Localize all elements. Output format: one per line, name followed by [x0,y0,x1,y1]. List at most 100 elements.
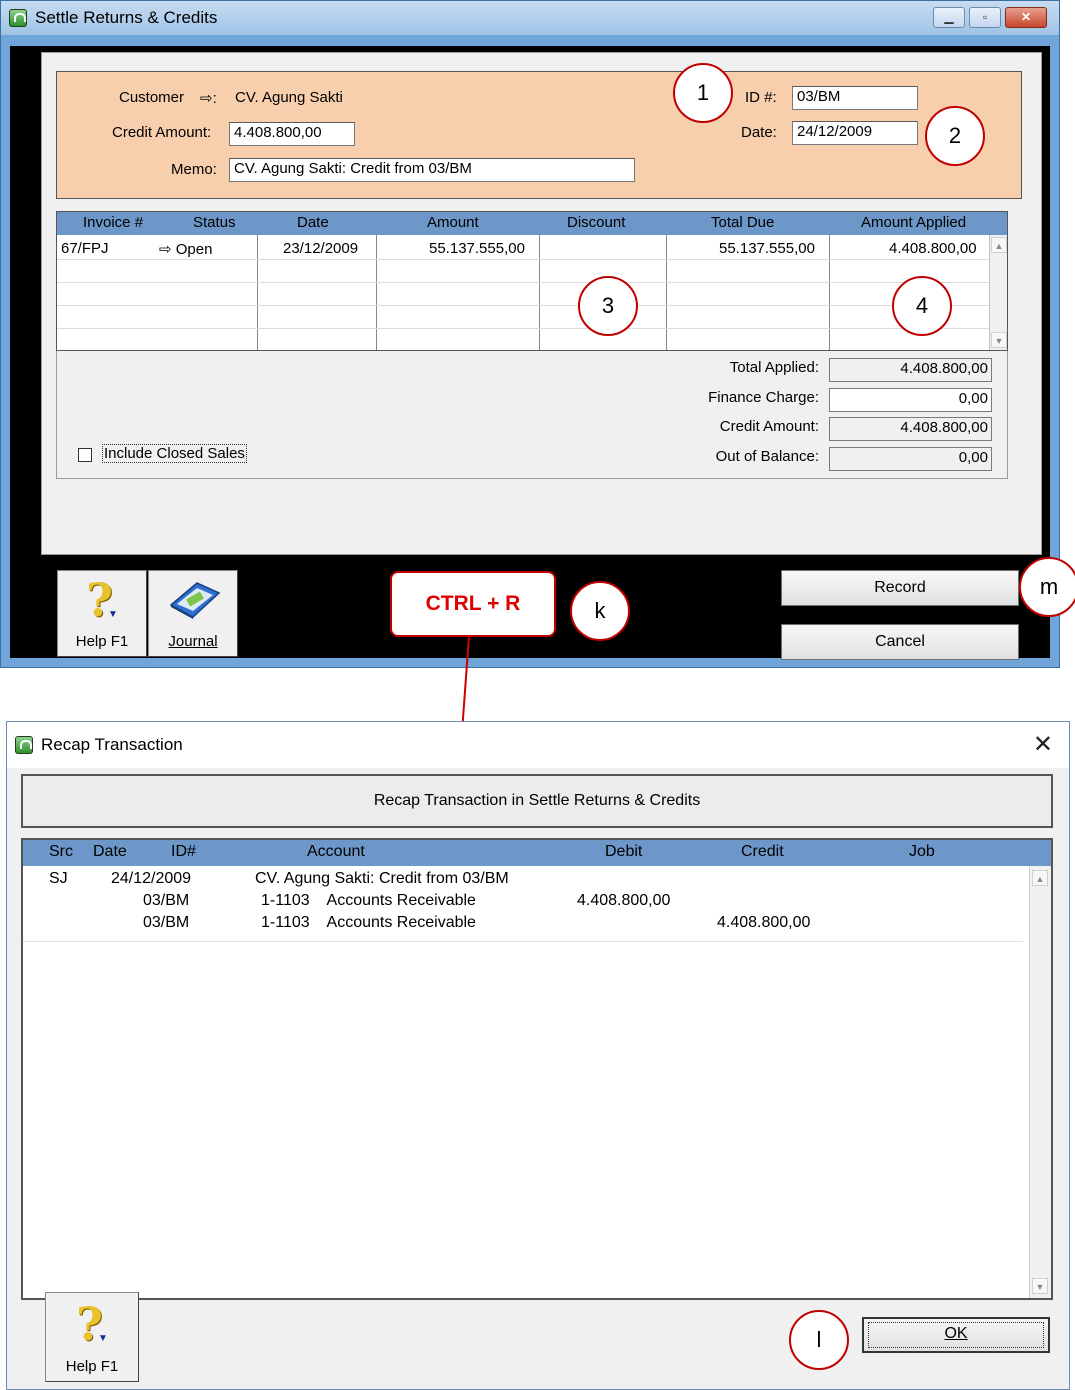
include-closed-label[interactable]: Include Closed Sales [102,444,247,463]
out-of-balance-field: 0,00 [829,447,992,471]
id-label: ID #: [745,89,777,106]
out-of-balance-label: Out of Balance: [715,448,819,465]
settle-titlebar: Settle Returns & Credits ▁ ▫ ✕ [1,1,1059,35]
annotation-m: m [1019,557,1075,617]
col-credit: Credit [741,843,784,860]
journal-label: Journal [168,633,218,650]
col-src: Src [49,843,73,860]
annotation-k: k [570,581,630,641]
row-invoice: 67/FPJ [61,240,109,257]
row-debit: 4.408.800,00 [577,892,671,909]
app-icon [9,9,27,27]
grid-header: Invoice # Status Date Amount Discount To… [57,212,1007,235]
grid-col-line [539,235,540,350]
row-amount: 55.137.555,00 [429,240,525,257]
col-amount[interactable]: Amount [427,214,479,231]
customer-name: CV. Agung Sakti [235,89,343,106]
shortcut-callout: CTRL + R [390,571,556,637]
memo-label: Memo: [171,161,217,178]
ok-button[interactable]: OK [862,1317,1050,1353]
settle-returns-window: Settle Returns & Credits ▁ ▫ ✕ Customer … [0,0,1060,668]
row-status[interactable]: ⇨ Open [159,240,212,258]
scroll-up-icon[interactable]: ▲ [1032,870,1048,886]
scroll-up-icon[interactable]: ▲ [991,237,1007,253]
row-date: 23/12/2009 [283,240,359,257]
row-account: 1-1103 Accounts Receivable [261,892,476,909]
memo-field[interactable]: CV. Agung Sakti: Credit from 03/BM [229,158,635,182]
credit-amount-total-label: Credit Amount: [719,418,819,435]
header-area: Customer ⇨: CV. Agung Sakti Credit Amoun… [56,71,1022,199]
recap-window-title: Recap Transaction [41,735,183,754]
row-date: 24/12/2009 [111,870,192,887]
row-separator [23,941,1023,942]
customer-arrow-icon[interactable]: ⇨: [200,89,217,107]
col-invoice[interactable]: Invoice # [83,214,143,231]
help-button[interactable]: ? ▼ Help F1 [57,570,147,657]
help-dropdown-icon: ▼ [108,609,118,620]
grid-col-line [666,235,667,350]
row-account: 1-1103 Accounts Receivable [261,914,476,931]
scroll-down-icon[interactable]: ▼ [991,332,1007,348]
col-status[interactable]: Status [193,214,236,231]
credit-amount-total-field: 4.408.800,00 [829,417,992,441]
settle-body: Customer ⇨: CV. Agung Sakti Credit Amoun… [10,46,1050,660]
grid-row-line [57,282,990,283]
close-icon[interactable]: ✕ [1033,730,1053,758]
col-discount[interactable]: Discount [567,214,625,231]
scroll-down-icon[interactable]: ▼ [1032,1278,1048,1294]
finance-charge-field[interactable]: 0,00 [829,388,992,412]
help-label: Help F1 [75,633,129,650]
totals-area: Total Applied: 4.408.800,00 Finance Char… [56,351,1008,479]
cancel-button[interactable]: Cancel [781,624,1019,660]
annotation-4: 4 [892,276,952,336]
annotation-2: 2 [925,106,985,166]
col-debit: Debit [605,843,643,860]
recap-titlebar: Recap Transaction ✕ [7,722,1069,768]
credit-amount-field[interactable]: 4.408.800,00 [229,122,355,146]
grid-row-line [57,259,990,260]
date-field[interactable]: 24/12/2009 [792,121,918,145]
grid-col-line [829,235,830,350]
recap-transaction-window: Recap Transaction ✕ Recap Transaction in… [6,721,1070,1390]
grid-scrollbar[interactable]: ▲ ▼ [989,235,1007,350]
help-dropdown-icon: ▼ [98,1333,108,1344]
window-controls: ▁ ▫ ✕ [933,7,1047,28]
customer-label: Customer [119,89,185,106]
row-amount-applied[interactable]: 4.408.800,00 [889,240,977,257]
maximize-icon[interactable]: ▫ [969,7,1001,28]
col-id: ID# [171,843,196,860]
journal-button[interactable]: Journal [148,570,238,657]
grid-col-line [257,235,258,350]
col-total-due[interactable]: Total Due [711,214,774,231]
record-button[interactable]: Record [781,570,1019,606]
credit-amount-label: Credit Amount: [112,124,212,141]
close-icon[interactable]: ✕ [1005,7,1047,28]
col-amount-applied[interactable]: Amount Applied [861,214,966,231]
ok-label: OK [944,1325,968,1342]
row-total-due: 55.137.555,00 [719,240,815,257]
window-title: Settle Returns & Credits [35,8,218,27]
recap-help-button[interactable]: ? ▼ Help F1 [45,1292,139,1382]
journal-book-icon [169,582,221,619]
finance-charge-label: Finance Charge: [708,389,819,406]
row-src: SJ [49,870,68,887]
minimize-icon[interactable]: ▁ [933,7,965,28]
help-label: Help F1 [65,1358,119,1375]
col-date: Date [93,843,127,860]
row-id: 03/BM [143,914,190,931]
grid-row-line [57,305,990,306]
recap-scrollbar[interactable]: ▲ ▼ [1029,866,1051,1298]
col-date[interactable]: Date [297,214,329,231]
annotation-1: 1 [673,63,733,123]
app-icon [15,736,33,754]
total-applied-label: Total Applied: [729,359,819,376]
recap-banner: Recap Transaction in Settle Returns & Cr… [21,774,1053,828]
id-field[interactable]: 03/BM [792,86,918,110]
row-credit: 4.408.800,00 [717,914,811,931]
col-job: Job [909,843,935,860]
include-closed-checkbox[interactable] [78,448,92,462]
total-applied-field: 4.408.800,00 [829,358,992,382]
recap-header: Src Date ID# Account Debit Credit Job [23,840,1051,866]
invoice-grid: Invoice # Status Date Amount Discount To… [56,211,1008,351]
row-id: 03/BM [143,892,190,909]
